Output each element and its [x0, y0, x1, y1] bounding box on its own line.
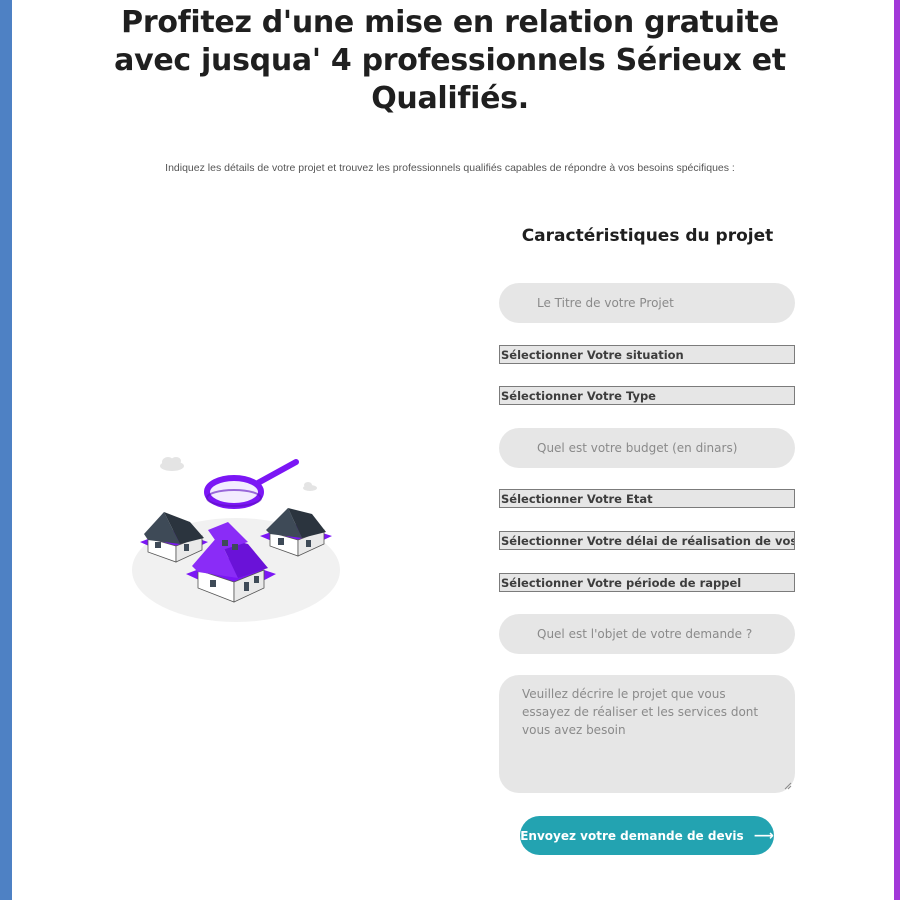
- houses-search-illustration: [132, 457, 340, 622]
- page: Profitez d'une mise en relation gratuite…: [0, 0, 900, 900]
- situation-select[interactable]: Sélectionner Votre situation: [499, 345, 795, 364]
- request-subject-input[interactable]: Quel est l'objet de votre demande ?: [499, 614, 795, 654]
- type-select[interactable]: Sélectionner Votre Type: [499, 386, 795, 405]
- resize-grip-icon[interactable]: [784, 782, 792, 790]
- form-title: Caractéristiques du projet: [521, 226, 774, 246]
- left-border: [0, 0, 12, 900]
- etat-select[interactable]: Sélectionner Votre Etat: [499, 489, 795, 508]
- project-description-textarea[interactable]: Veuillez décrire le projet que vous essa…: [499, 675, 795, 793]
- magnifier-icon: [204, 459, 299, 509]
- page-subtitle: Indiquez les détails de votre projet et …: [165, 162, 735, 174]
- page-title: Profitez d'une mise en relation gratuite…: [114, 5, 786, 116]
- rappel-select[interactable]: Sélectionner Votre période de rappel: [499, 573, 795, 592]
- submit-quote-button[interactable]: Envoyez votre demande de devis ⟶: [520, 816, 774, 855]
- right-border: [894, 0, 900, 900]
- submit-label: Envoyez votre demande de devis: [520, 828, 744, 843]
- arrow-right-icon: ⟶: [753, 827, 774, 844]
- budget-input[interactable]: Quel est votre budget (en dinars): [499, 428, 795, 468]
- delai-select[interactable]: Sélectionner Votre délai de réalisation …: [499, 531, 795, 550]
- project-title-input[interactable]: Le Titre de votre Projet: [499, 283, 795, 323]
- description-placeholder: Veuillez décrire le projet que vous essa…: [522, 687, 759, 737]
